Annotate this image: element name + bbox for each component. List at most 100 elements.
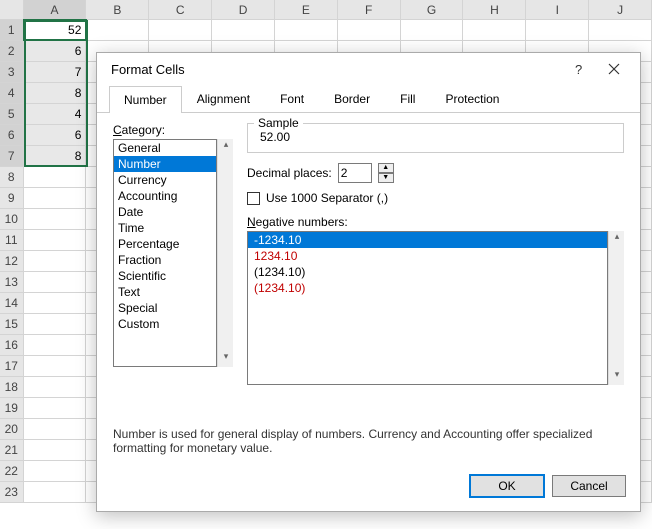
cancel-button[interactable]: Cancel (552, 475, 626, 497)
row-header[interactable]: 14 (0, 293, 24, 313)
negative-scrollbar[interactable]: ▴ ▾ (608, 231, 624, 385)
cell[interactable] (401, 20, 464, 40)
cell[interactable] (24, 377, 87, 397)
category-item[interactable]: Currency (114, 172, 216, 188)
row-header[interactable]: 6 (0, 125, 24, 145)
col-header-A[interactable]: A (24, 0, 87, 19)
tab-font[interactable]: Font (265, 85, 319, 112)
category-item[interactable]: Scientific (114, 268, 216, 284)
cell[interactable] (24, 314, 87, 334)
cell[interactable] (24, 230, 87, 250)
cell[interactable]: 8 (24, 146, 87, 166)
cell[interactable] (86, 20, 149, 40)
cell[interactable] (24, 356, 87, 376)
ok-button[interactable]: OK (470, 475, 544, 497)
col-header-C[interactable]: C (149, 0, 212, 19)
scroll-up-icon[interactable]: ▴ (218, 139, 234, 155)
cell[interactable] (24, 272, 87, 292)
row-header[interactable]: 9 (0, 188, 24, 208)
tab-border[interactable]: Border (319, 85, 385, 112)
row-header[interactable]: 21 (0, 440, 24, 460)
cell[interactable]: 4 (24, 104, 87, 124)
row-header[interactable]: 16 (0, 335, 24, 355)
row-header[interactable]: 7 (0, 146, 24, 166)
cell[interactable] (24, 188, 87, 208)
spin-up-icon[interactable]: ▲ (378, 163, 394, 173)
cell[interactable] (24, 293, 87, 313)
negative-option[interactable]: (1234.10) (248, 280, 607, 296)
negative-option[interactable]: -1234.10 (248, 232, 607, 248)
row-header[interactable]: 10 (0, 209, 24, 229)
row-header[interactable]: 3 (0, 62, 24, 82)
category-item[interactable]: Percentage (114, 236, 216, 252)
cell[interactable]: 7 (24, 62, 87, 82)
cell[interactable] (212, 20, 275, 40)
scroll-up-icon[interactable]: ▴ (609, 231, 625, 247)
select-all-corner[interactable] (0, 0, 24, 19)
tab-fill[interactable]: Fill (385, 85, 430, 112)
row-header[interactable]: 18 (0, 377, 24, 397)
cell[interactable] (338, 20, 401, 40)
category-list[interactable]: GeneralNumberCurrencyAccountingDateTimeP… (113, 139, 217, 367)
col-header-F[interactable]: F (338, 0, 401, 19)
close-button[interactable] (596, 55, 632, 83)
row-header[interactable]: 11 (0, 230, 24, 250)
thousands-separator-checkbox[interactable] (247, 192, 260, 205)
row-header[interactable]: 4 (0, 83, 24, 103)
cell[interactable] (24, 461, 87, 481)
category-item[interactable]: Text (114, 284, 216, 300)
col-header-H[interactable]: H (463, 0, 526, 19)
row-header[interactable]: 23 (0, 482, 24, 502)
col-header-J[interactable]: J (589, 0, 652, 19)
row-header[interactable]: 2 (0, 41, 24, 61)
cell[interactable] (24, 209, 87, 229)
cell[interactable]: 8 (24, 83, 87, 103)
cell[interactable]: 6 (24, 125, 87, 145)
scroll-down-icon[interactable]: ▾ (609, 369, 625, 385)
category-item[interactable]: Custom (114, 316, 216, 332)
row-header[interactable]: 1 (0, 20, 24, 40)
row-header[interactable]: 5 (0, 104, 24, 124)
cell[interactable]: 6 (24, 41, 87, 61)
col-header-G[interactable]: G (401, 0, 464, 19)
col-header-D[interactable]: D (212, 0, 275, 19)
cell[interactable] (24, 440, 87, 460)
category-item[interactable]: Date (114, 204, 216, 220)
cell[interactable] (149, 20, 212, 40)
decimal-places-input[interactable] (338, 163, 372, 183)
category-item[interactable]: Accounting (114, 188, 216, 204)
tab-number[interactable]: Number (109, 86, 182, 113)
col-header-E[interactable]: E (275, 0, 338, 19)
decimal-spinner[interactable]: ▲ ▼ (378, 163, 394, 183)
cell[interactable] (24, 335, 87, 355)
spin-down-icon[interactable]: ▼ (378, 173, 394, 183)
row-header[interactable]: 19 (0, 398, 24, 418)
cell[interactable]: 52 (24, 20, 87, 40)
cell[interactable] (24, 419, 87, 439)
cell[interactable] (275, 20, 338, 40)
category-item[interactable]: Special (114, 300, 216, 316)
tab-protection[interactable]: Protection (430, 85, 514, 112)
cell[interactable] (24, 482, 87, 502)
category-item[interactable]: General (114, 140, 216, 156)
help-button[interactable]: ? (560, 55, 596, 83)
cell[interactable] (589, 20, 652, 40)
cell[interactable] (24, 167, 87, 187)
cell[interactable] (24, 251, 87, 271)
row-header[interactable]: 20 (0, 419, 24, 439)
negative-option[interactable]: (1234.10) (248, 264, 607, 280)
row-header[interactable]: 22 (0, 461, 24, 481)
category-item[interactable]: Number (114, 156, 216, 172)
row-header[interactable]: 12 (0, 251, 24, 271)
scroll-down-icon[interactable]: ▾ (218, 351, 234, 367)
row-header[interactable]: 17 (0, 356, 24, 376)
row-header[interactable]: 15 (0, 314, 24, 334)
tab-alignment[interactable]: Alignment (182, 85, 265, 112)
negative-numbers-list[interactable]: -1234.101234.10(1234.10)(1234.10) (247, 231, 608, 385)
category-item[interactable]: Fraction (114, 252, 216, 268)
row-header[interactable]: 13 (0, 272, 24, 292)
dialog-titlebar[interactable]: Format Cells ? (97, 53, 640, 85)
category-scrollbar[interactable]: ▴ ▾ (217, 139, 233, 367)
col-header-B[interactable]: B (86, 0, 149, 19)
row-header[interactable]: 8 (0, 167, 24, 187)
